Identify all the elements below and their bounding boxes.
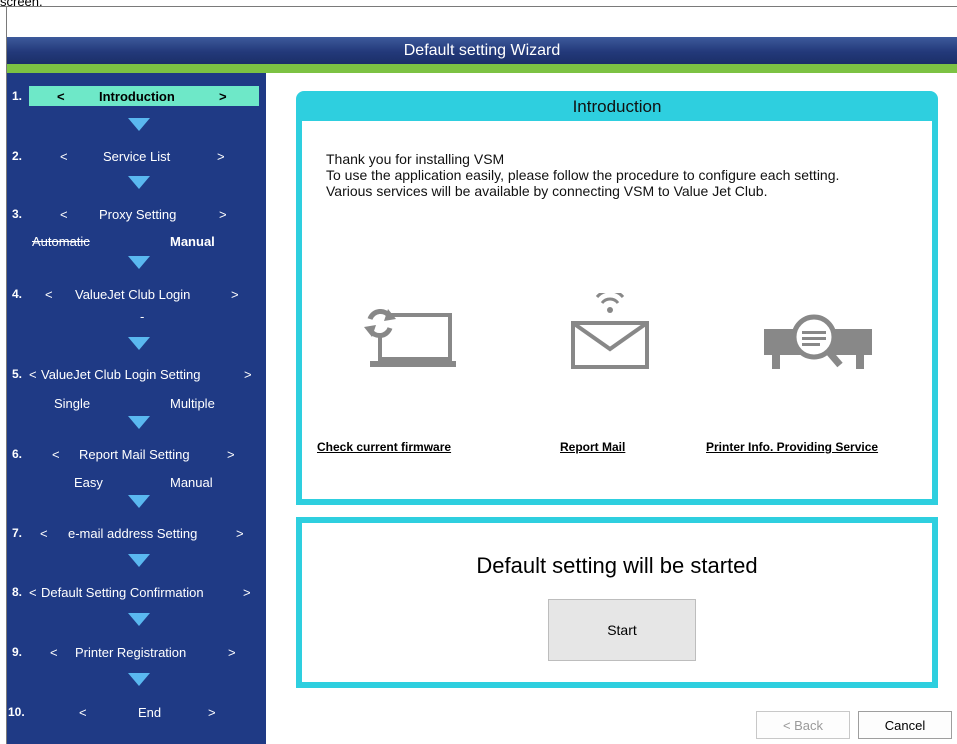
step-lt: < — [52, 447, 60, 462]
substep-manual: Manual — [170, 234, 215, 249]
accent-bar — [7, 64, 957, 73]
substep-manual-mail: Manual — [170, 475, 213, 490]
step-arrow-icon — [128, 495, 150, 508]
step-gt: > — [219, 207, 227, 222]
substep-easy: Easy — [74, 475, 103, 490]
start-panel: Default setting will be started Start — [296, 517, 938, 688]
intro-line-2: To use the application easily, please fo… — [326, 167, 840, 183]
step-lt: < — [57, 89, 65, 104]
start-panel-content: Default setting will be started Start — [302, 523, 932, 682]
cancel-button[interactable]: Cancel — [858, 711, 952, 739]
step-lt: < — [60, 207, 68, 222]
step-lt: < — [40, 526, 48, 541]
step-gt: > — [228, 645, 236, 660]
step-gt: > — [219, 89, 227, 104]
step-label: Report Mail Setting — [79, 447, 190, 462]
step-arrow-icon — [128, 118, 150, 131]
step-arrow-icon — [128, 554, 150, 567]
step-arrow-icon — [128, 613, 150, 626]
wizard-step-sidebar: 1. < Introduction > 2. < Service List > … — [7, 73, 266, 744]
step-lt: < — [79, 705, 87, 720]
step-number: 9. — [12, 645, 23, 659]
step-number: 2. — [12, 149, 23, 163]
intro-text: Thank you for installing VSM To use the … — [326, 151, 886, 199]
step-number: 10. — [8, 705, 25, 719]
step-gt: > — [236, 526, 244, 541]
laptop-refresh-icon — [358, 301, 458, 376]
step-number: 6. — [12, 447, 23, 461]
step-gt: > — [217, 149, 225, 164]
start-message: Default setting will be started — [476, 553, 758, 578]
step-label: Printer Registration — [75, 645, 187, 660]
step-number: 3. — [12, 207, 23, 221]
step-gt: > — [227, 447, 235, 462]
step-number: 8. — [12, 585, 23, 599]
step-arrow-icon — [128, 416, 150, 429]
step-label: Default Setting Confirmation — [41, 585, 204, 600]
step-label: ValueJet Club Login — [75, 287, 191, 302]
substep-multiple: Multiple — [170, 396, 215, 411]
intro-line-3: Various services will be available by co… — [326, 183, 768, 199]
printer-search-icon — [764, 311, 872, 376]
substep-single: Single — [54, 396, 91, 411]
check-firmware-link[interactable]: Check current firmware — [317, 440, 451, 454]
step-label: ValueJet Club Login Setting — [41, 367, 201, 382]
window-title: Default setting Wizard — [403, 42, 561, 59]
step-gt: > — [231, 287, 239, 302]
panel-title: Introduction — [572, 97, 662, 116]
substep-dash: - — [140, 309, 145, 324]
step-number: 7. — [12, 526, 23, 540]
step-label: Service List — [103, 149, 171, 164]
step-lt: < — [29, 585, 37, 600]
step-gt: > — [208, 705, 216, 720]
introduction-content: Thank you for installing VSM To use the … — [302, 121, 932, 499]
step-number: 5. — [12, 367, 23, 381]
step-label: Introduction — [99, 89, 175, 104]
step-arrow-icon — [128, 673, 150, 686]
step-label: Proxy Setting — [99, 207, 177, 222]
start-button[interactable]: Start — [548, 599, 696, 661]
printer-info-service-link[interactable]: Printer Info. Providing Service — [706, 440, 878, 454]
step-lt: < — [29, 367, 37, 382]
step-gt: > — [243, 585, 251, 600]
step-lt: < — [50, 645, 58, 660]
substep-automatic: Automatic — [32, 234, 90, 249]
mail-wireless-icon — [570, 289, 650, 376]
step-lt: < — [60, 149, 68, 164]
step-number: 1. — [12, 89, 23, 103]
step-label: e-mail address Setting — [68, 526, 198, 541]
step-label: End — [138, 705, 162, 720]
back-button[interactable]: < Back — [756, 711, 850, 739]
step-arrow-icon — [128, 176, 150, 189]
step-gt: > — [244, 367, 252, 382]
intro-line-1: Thank you for installing VSM — [326, 151, 505, 167]
step-number: 4. — [12, 287, 23, 301]
introduction-panel: Introduction Thank you for installing VS… — [296, 91, 938, 505]
report-mail-link[interactable]: Report Mail — [560, 440, 625, 454]
title-bar: Default setting Wizard — [7, 37, 957, 64]
step-arrow-icon — [128, 256, 150, 269]
step-arrow-icon — [128, 337, 150, 350]
step-lt: < — [45, 287, 53, 302]
frame-border-top — [0, 6, 957, 7]
